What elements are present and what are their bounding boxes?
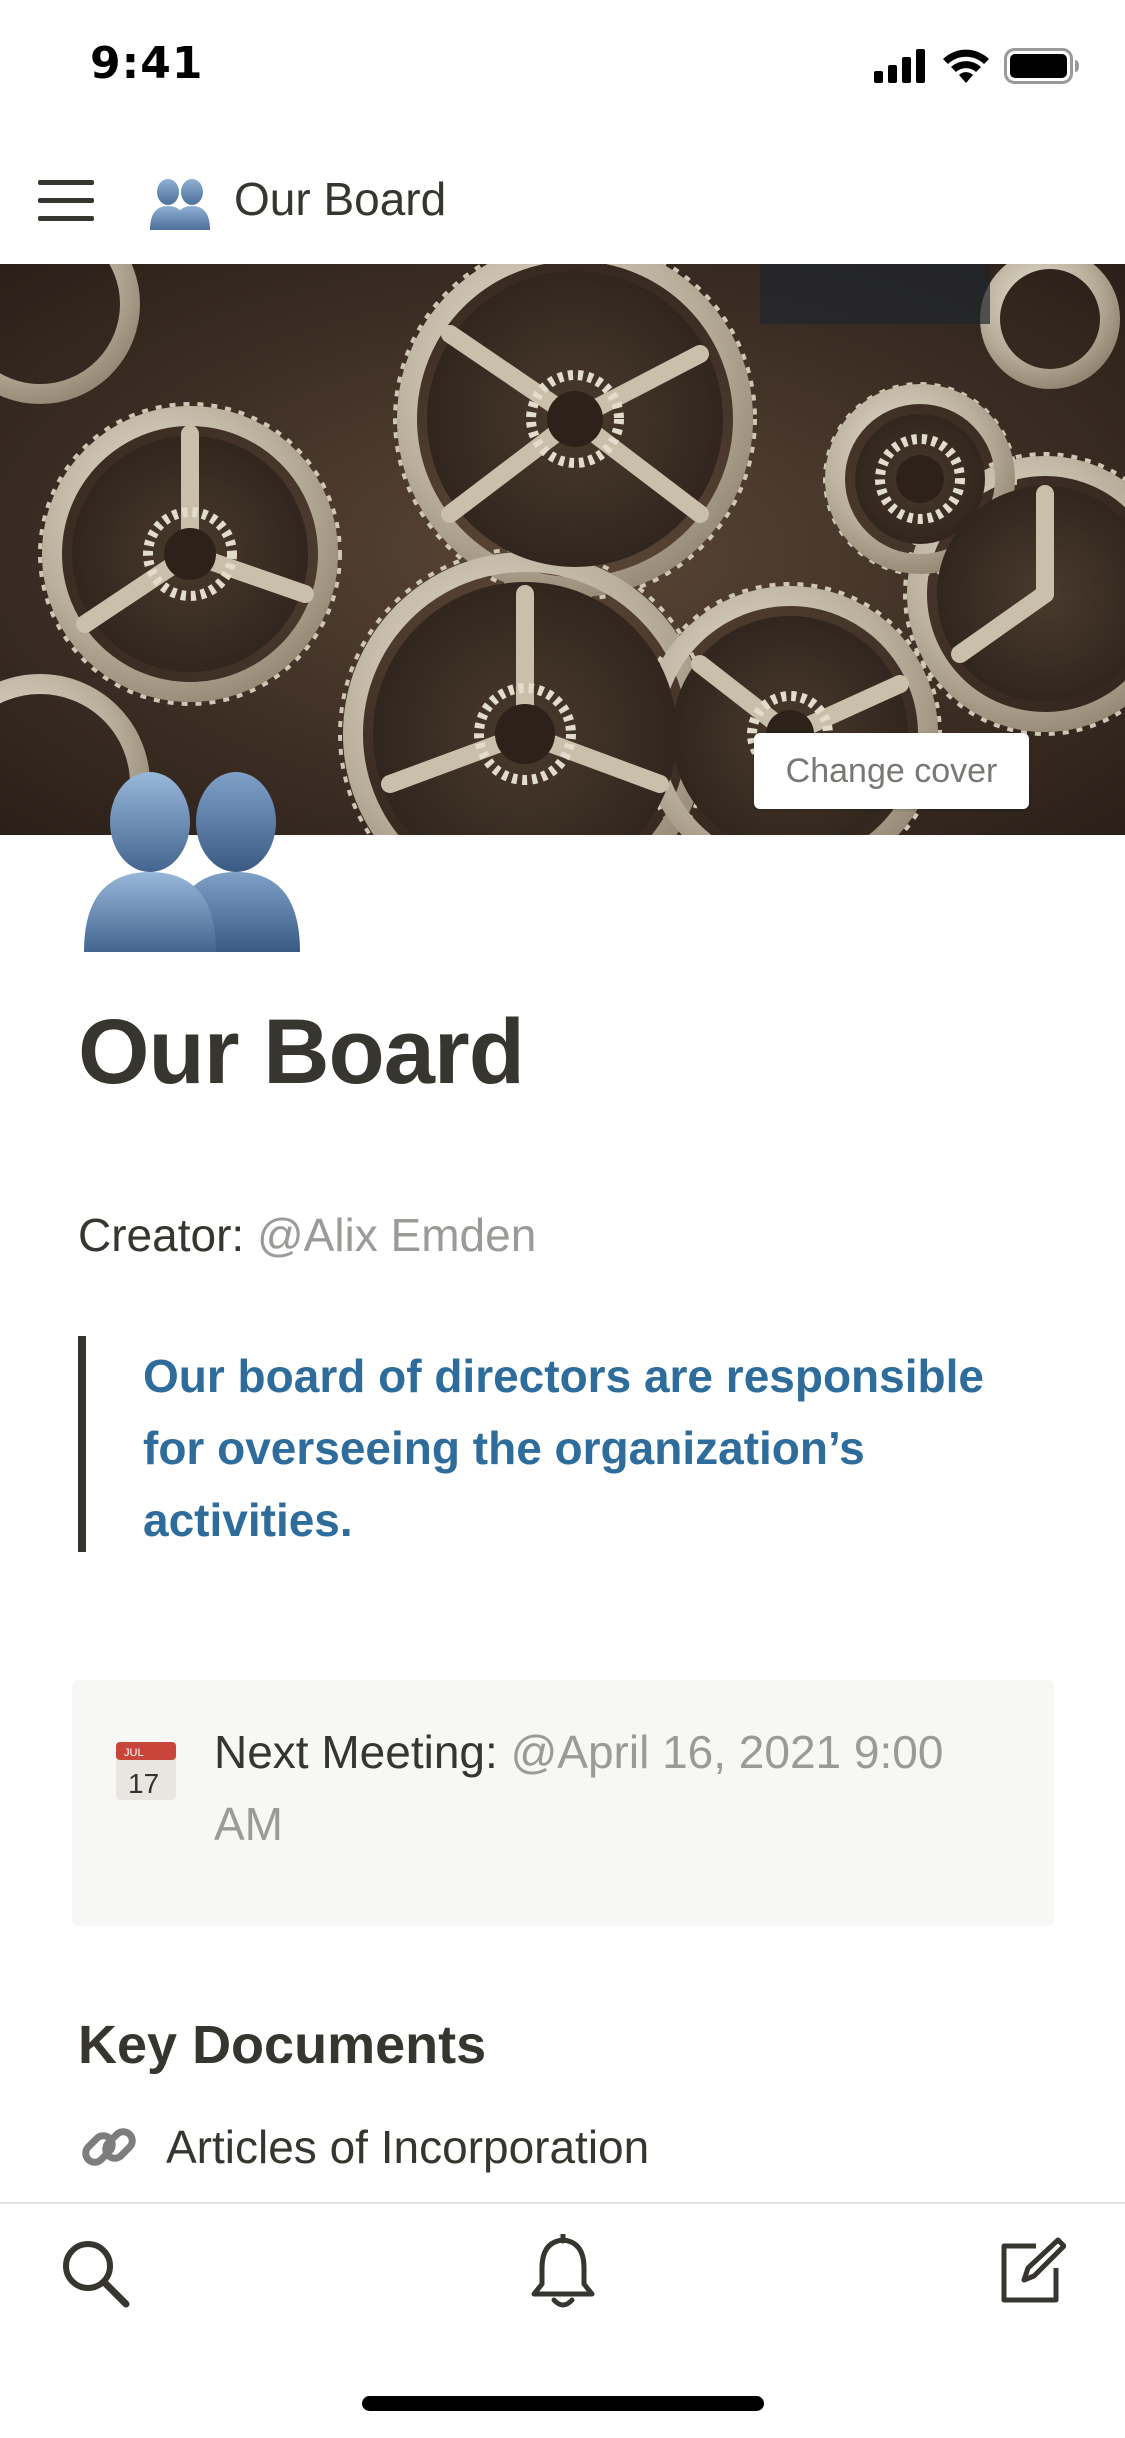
nav-page-title[interactable]: Our Board — [234, 172, 446, 226]
status-time: 9:41 — [90, 38, 204, 89]
section-heading-key-documents[interactable]: Key Documents — [78, 2014, 486, 2076]
creator-mention[interactable]: @Alix Emden — [257, 1209, 536, 1261]
callout-text: Next Meeting: @April 16, 2021 9:00 AM — [214, 1716, 1014, 1860]
calendar-icon-month: JUL — [124, 1747, 144, 1759]
hamburger-menu-icon[interactable] — [38, 176, 94, 226]
top-nav: Our Board — [0, 136, 1125, 264]
home-indicator — [362, 2396, 764, 2411]
search-icon[interactable] — [60, 2238, 130, 2308]
notification-bell-icon[interactable] — [530, 2234, 596, 2310]
document-link-item[interactable]: Articles of Incorporation — [78, 2116, 649, 2178]
link-icon — [82, 2128, 136, 2166]
quote-block[interactable]: Our board of directors are responsible f… — [78, 1336, 1046, 1552]
cellular-signal-icon — [874, 49, 925, 83]
page-title[interactable]: Our Board — [78, 1000, 525, 1105]
creator-label: Creator: — [78, 1209, 245, 1261]
calendar-icon: JUL 17 — [116, 1742, 176, 1800]
next-meeting-label: Next Meeting: — [214, 1726, 498, 1778]
busts-in-silhouette-icon — [150, 179, 210, 230]
bottom-tab-bar — [0, 2202, 1125, 2438]
status-bar: 9:41 — [0, 0, 1125, 136]
quote-text: Our board of directors are responsible f… — [143, 1350, 984, 1546]
busts-in-silhouette-icon[interactable] — [76, 760, 308, 952]
compose-icon[interactable] — [996, 2236, 1066, 2306]
change-cover-button[interactable]: Change cover — [754, 733, 1029, 809]
creator-property: Creator: @Alix Emden — [78, 1208, 536, 1262]
callout-block[interactable]: JUL 17 Next Meeting: @April 16, 2021 9:0… — [72, 1680, 1054, 1926]
status-icons — [874, 48, 1080, 84]
wifi-icon — [943, 49, 989, 83]
document-link-label[interactable]: Articles of Incorporation — [166, 2120, 649, 2174]
calendar-icon-day: 17 — [128, 1768, 159, 1799]
battery-icon — [1004, 48, 1079, 84]
